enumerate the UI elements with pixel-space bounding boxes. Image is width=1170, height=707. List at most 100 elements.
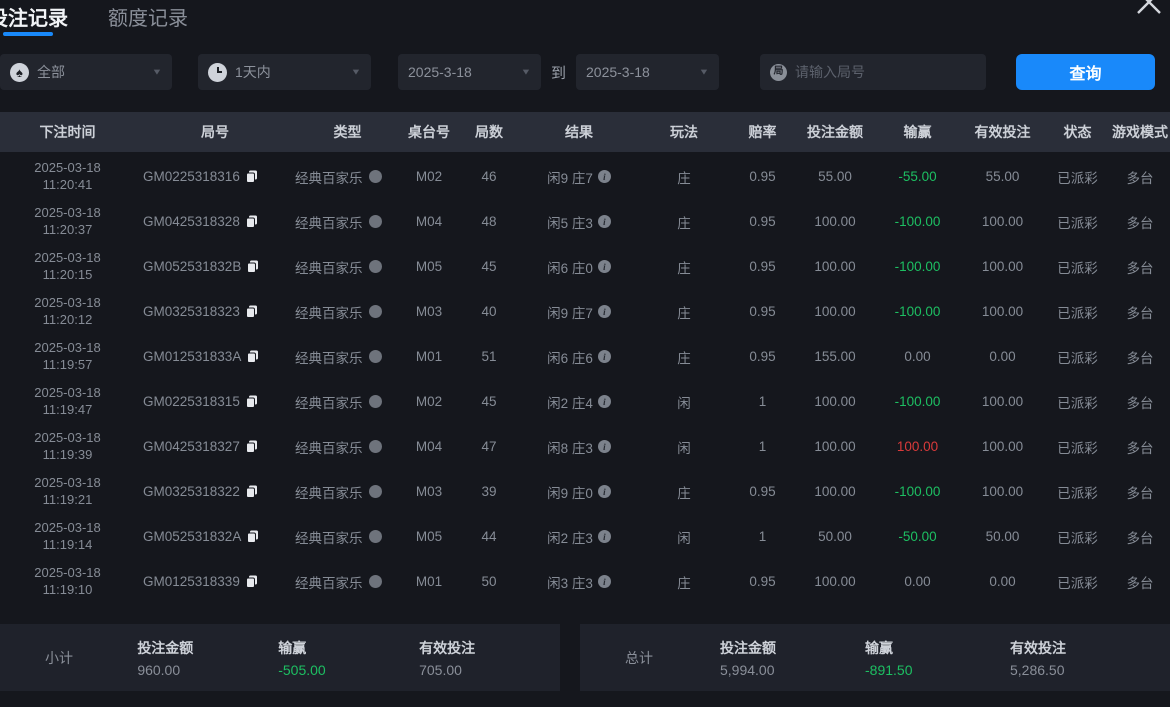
game-number-search-input[interactable]: 局 请输入局号 xyxy=(760,54,986,90)
copy-icon[interactable] xyxy=(246,305,258,318)
query-button[interactable]: 查询 xyxy=(1016,54,1155,90)
close-icon[interactable] xyxy=(1134,0,1164,17)
chevron-down-icon: ▼ xyxy=(699,67,710,76)
total-bet-label: 投注金额 xyxy=(720,638,865,658)
status-cell: 已派彩 xyxy=(1045,302,1110,322)
result-cell: 闲2 庄3 i xyxy=(520,527,638,547)
valid-bet-cell: 55.00 xyxy=(960,169,1045,184)
game-number-cell: GM0425318328 xyxy=(135,214,295,229)
type-info-icon[interactable] xyxy=(369,215,382,228)
odds-cell: 0.95 xyxy=(730,349,795,364)
game-mode-cell: 多台 xyxy=(1110,302,1170,322)
copy-icon[interactable] xyxy=(247,260,259,273)
type-info-icon[interactable] xyxy=(369,260,382,273)
tab-bet-records[interactable]: 投注记录 xyxy=(0,2,70,36)
bet-time-cell: 2025-03-18 11:19:39 xyxy=(0,430,135,464)
col-win-loss: 输赢 xyxy=(875,122,960,142)
type-info-icon[interactable] xyxy=(369,395,382,408)
subtotal-box: 小计 投注金额 960.00 输赢 -505.00 有效投注 705.00 xyxy=(0,624,560,691)
result-info-icon[interactable]: i xyxy=(598,530,611,543)
odds-cell: 0.95 xyxy=(730,214,795,229)
result-cell: 闲9 庄0 i xyxy=(520,482,638,502)
type-info-icon[interactable] xyxy=(369,305,382,318)
bet-amount-cell: 50.00 xyxy=(795,529,875,544)
subtotal-label: 小计 xyxy=(45,648,137,668)
col-round-count: 局数 xyxy=(458,122,520,142)
result-info-icon[interactable]: i xyxy=(598,440,611,453)
bet-amount-cell: 55.00 xyxy=(795,169,875,184)
result-cell: 闲9 庄7 i xyxy=(520,302,638,322)
copy-icon[interactable] xyxy=(246,485,258,498)
result-info-icon[interactable]: i xyxy=(598,395,611,408)
result-cell: 闲8 庄3 i xyxy=(520,437,638,457)
type-info-icon[interactable] xyxy=(369,350,382,363)
valid-bet-cell: 100.00 xyxy=(960,304,1045,319)
type-info-icon[interactable] xyxy=(369,485,382,498)
col-table-number: 桌台号 xyxy=(400,122,458,142)
result-info-icon[interactable]: i xyxy=(598,170,611,183)
round-count-cell: 46 xyxy=(458,169,520,184)
winloss-cell: 0.00 xyxy=(875,349,960,364)
game-number-cell: GM012531833A xyxy=(135,349,295,364)
odds-cell: 0.95 xyxy=(730,259,795,274)
type-info-icon[interactable] xyxy=(369,170,382,183)
copy-icon[interactable] xyxy=(247,530,259,543)
game-type-cell: 经典百家乐 xyxy=(295,347,400,367)
date-from-picker[interactable]: 2025-3-18 ▼ xyxy=(398,54,541,90)
valid-bet-cell: 0.00 xyxy=(960,574,1045,589)
bet-amount-cell: 100.00 xyxy=(795,439,875,454)
odds-cell: 0.95 xyxy=(730,484,795,499)
total-bet-value: 5,994.00 xyxy=(720,662,865,678)
result-info-icon[interactable]: i xyxy=(598,485,611,498)
table-number-cell: M01 xyxy=(400,574,458,589)
result-info-icon[interactable]: i xyxy=(598,350,611,363)
game-mode-cell: 多台 xyxy=(1110,482,1170,502)
result-info-icon[interactable]: i xyxy=(598,215,611,228)
result-cell: 闲2 庄4 i xyxy=(520,392,638,412)
bet-amount-cell: 155.00 xyxy=(795,349,875,364)
copy-icon[interactable] xyxy=(247,350,259,363)
game-number-icon: 局 xyxy=(770,64,787,81)
game-type-select[interactable]: ♠ 全部 ▼ xyxy=(0,54,172,90)
tab-quota-records[interactable]: 额度记录 xyxy=(106,2,190,36)
bet-amount-cell: 100.00 xyxy=(795,214,875,229)
result-info-icon[interactable]: i xyxy=(598,260,611,273)
table-number-cell: M02 xyxy=(400,394,458,409)
date-to-picker[interactable]: 2025-3-18 ▼ xyxy=(576,54,719,90)
clock-icon xyxy=(208,63,227,82)
round-count-cell: 45 xyxy=(458,259,520,274)
copy-icon[interactable] xyxy=(246,575,258,588)
status-cell: 已派彩 xyxy=(1045,572,1110,592)
total-valid-value: 5,286.50 xyxy=(1010,662,1155,678)
play-type-cell: 庄 xyxy=(638,482,730,502)
winloss-cell: 100.00 xyxy=(875,439,960,454)
type-info-icon[interactable] xyxy=(369,575,382,588)
round-count-cell: 45 xyxy=(458,394,520,409)
copy-icon[interactable] xyxy=(246,440,258,453)
copy-icon[interactable] xyxy=(246,215,258,228)
game-mode-cell: 多台 xyxy=(1110,167,1170,187)
type-info-icon[interactable] xyxy=(369,530,382,543)
chevron-down-icon: ▼ xyxy=(351,67,362,76)
subtotal-winloss-value: -505.00 xyxy=(278,662,419,678)
play-type-cell: 闲 xyxy=(638,437,730,457)
col-type: 类型 xyxy=(295,122,400,142)
bet-time-cell: 2025-03-18 11:19:14 xyxy=(0,520,135,554)
total-winloss-value: -891.50 xyxy=(865,662,1010,678)
search-placeholder: 请输入局号 xyxy=(795,62,865,82)
col-game-mode: 游戏模式 xyxy=(1110,122,1170,142)
valid-bet-cell: 100.00 xyxy=(960,214,1045,229)
table-number-cell: M03 xyxy=(400,484,458,499)
game-type-cell: 经典百家乐 xyxy=(295,437,400,457)
game-type-cell: 经典百家乐 xyxy=(295,167,400,187)
odds-cell: 1 xyxy=(730,529,795,544)
winloss-cell: -100.00 xyxy=(875,484,960,499)
copy-icon[interactable] xyxy=(246,170,258,183)
type-info-icon[interactable] xyxy=(369,440,382,453)
result-info-icon[interactable]: i xyxy=(598,575,611,588)
time-range-select[interactable]: 1天内 ▼ xyxy=(198,54,371,90)
round-count-cell: 48 xyxy=(458,214,520,229)
play-type-cell: 庄 xyxy=(638,347,730,367)
result-info-icon[interactable]: i xyxy=(598,305,611,318)
copy-icon[interactable] xyxy=(246,395,258,408)
